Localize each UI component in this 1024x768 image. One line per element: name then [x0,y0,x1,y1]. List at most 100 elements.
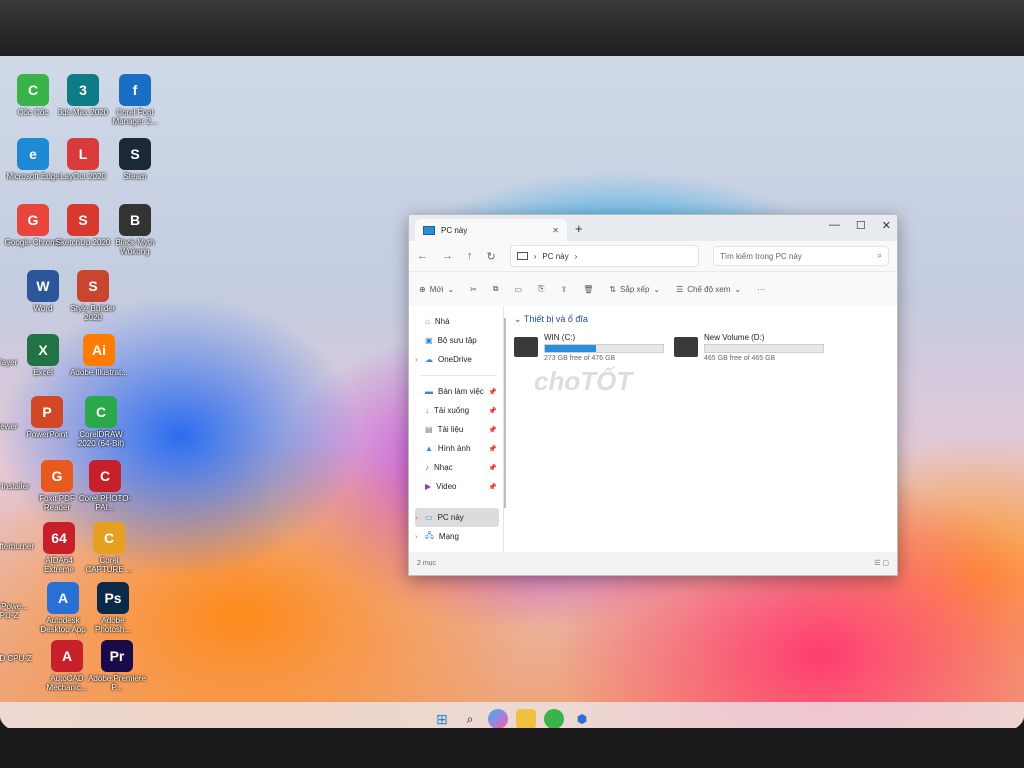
desktop-icon-edge-1[interactable]: viewer [0,420,36,431]
nav-item-network[interactable]: › 🖧 Mạng [415,527,503,546]
desktop-icon-edge-2[interactable]: HiBit Installer [0,480,36,491]
drive-item[interactable]: New Volume (D:) 465 GB free of 465 GB [674,333,824,362]
app-icon: 3 [67,74,99,106]
drive-size: 273 GB free of 476 GB [544,355,616,362]
view-toggle-icons[interactable]: ☰ ▢ [874,559,889,567]
copilot-icon[interactable] [488,709,508,729]
nav-label: Bộ sưu tập [437,336,477,345]
close-tab-icon[interactable]: ✕ [552,226,559,235]
start-windows-icon[interactable]: ⊞ [432,709,452,729]
desktop-icon-adobe-illustrat[interactable]: Ai Adobe Illustrat... [70,334,128,377]
copy-icon[interactable]: ⧉ [493,284,499,294]
desktop-icon-powerpoint[interactable]: P PowerPoint [18,396,76,439]
new-tab-button[interactable]: + [575,221,583,236]
desktop-icon-edge-5[interactable]: CPUID CPU-Z [0,652,36,663]
icon-label: Corel PHOTO-PAI... [78,494,132,513]
icon-label: Corel CAPTURE ... [85,556,133,575]
pin-icon: 📌 [488,407,497,415]
refresh-icon[interactable]: ↻ [487,250,496,263]
app-icon: C [17,74,49,106]
app-icon: W [27,270,59,302]
nav-item-home[interactable]: ⌂ Nhà [415,312,503,331]
icon-label: HiBit Installer [0,482,30,491]
document-icon: ▤ [425,425,433,434]
monitor-icon [516,252,528,260]
desktop-icon-corel-photo-pai[interactable]: C Corel PHOTO-PAI... [76,460,134,512]
desktop-icon-edge-0[interactable]: Player [0,356,36,367]
address-bar[interactable]: › PC này › [509,245,699,267]
desktop-icon-edge-3[interactable]: MSI Afterburner [0,540,36,551]
desktop-icon-layout-2020[interactable]: L LayOut 2020 [54,138,112,181]
minimize-button[interactable]: — [829,219,840,232]
nav-label: Video [436,482,457,491]
status-bar: 2 mục ☰ ▢ [409,552,897,574]
icon-label: viewer [0,422,18,431]
file-explorer-icon[interactable] [516,709,536,729]
desktop-icon-3ds-max-2020[interactable]: 3 3ds Max 2020 [54,74,112,117]
desktop-icon-adobe-photosh[interactable]: Ps Adobe Photosh... [84,582,142,634]
close-button[interactable]: ✕ [882,219,891,232]
pin-icon: 📌 [488,388,497,396]
desktop-icon-black-myth-wukong[interactable]: B Black Myth Wukong [106,204,164,256]
app-icon: Ps [97,582,129,614]
nav-item-onedrive[interactable]: › ☁ OneDrive [415,350,503,369]
search-input[interactable]: Tìm kiếm trong PC này ⌕ [713,246,889,266]
icon-label: Excel [33,368,53,377]
monitor-bezel-top [0,0,1024,60]
group-header[interactable]: ⌄ Thiết bị và ổ đĩa [514,314,887,325]
pin-icon: 📌 [488,426,497,434]
nav-item-videos[interactable]: ▶ Video 📌 [415,477,503,496]
chevron-right-icon: › [415,513,418,522]
search-icon: ⌕ [877,251,882,260]
share-icon[interactable]: ⇪ [560,285,567,294]
cut-icon[interactable]: ✂ [470,285,477,294]
desktop-icon-coreldraw-2020-64-bit[interactable]: C CorelDRAW 2020 (64-Bit) [72,396,130,448]
desktop-icon-edge-4[interactable]: TechPowe... GPU-Z [0,600,36,620]
drive-item[interactable]: WIN (C:) 273 GB free of 476 GB [514,333,664,362]
nav-item-documents[interactable]: ▤ Tài liệu 📌 [415,420,503,439]
app-icon: 64 [43,522,75,554]
nav-item-downloads[interactable]: ↓ Tải xuống 📌 [415,401,503,420]
nav-item-this-pc[interactable]: › ▭ PC này [415,508,499,527]
up-arrow-icon[interactable]: ↑ [467,250,473,262]
desktop-icon-steam[interactable]: S Steam [106,138,164,181]
delete-icon[interactable]: 🗑 [583,285,593,294]
nav-item-music[interactable]: ♪ Nhạc 📌 [415,458,503,477]
chevron-right-icon: › [533,251,537,261]
chevron-down-icon: ⌄ [653,284,661,294]
desktop-icon-corel-font-manager-2[interactable]: f Corel Font Manager 2... [106,74,164,126]
more-options-button[interactable]: ··· [757,285,765,294]
group-title: Thiết bị và ổ đĩa [523,314,588,324]
rename-icon[interactable]: ⎘ [538,284,544,294]
desktop-icon-sketchup-2020[interactable]: S SketchUp 2020 [54,204,112,247]
nav-label: Hình ảnh [437,444,471,453]
icon-label: Adobe Illustrat... [70,368,128,377]
back-arrow-icon[interactable]: ← [417,250,428,262]
sort-button[interactable]: ⇅ Sắp xếp ⌄ [609,285,660,294]
drive-name: WIN (C:) [544,333,576,342]
paste-icon[interactable]: ▭ [515,285,523,294]
forward-arrow-icon[interactable]: → [442,250,453,262]
nav-item-pictures[interactable]: ▲ Hình ảnh 📌 [415,439,503,458]
icon-label: LayOut 2020 [60,172,106,181]
nav-item-desktop[interactable]: ▬ Bàn làm việc 📌 [415,382,503,401]
drive-name: New Volume (D:) [704,333,765,342]
search-icon[interactable]: ⌕ [460,709,480,729]
desktop-icon-style-builder-2020[interactable]: S Style Builder 2020 [64,270,122,322]
monitor-icon: ▭ [425,513,433,522]
new-button[interactable]: ⊕ Mới ⌄ [419,285,454,294]
coccoc-icon[interactable] [544,709,564,729]
drive-size: 465 GB free of 465 GB [704,355,776,362]
maximize-button[interactable]: ☐ [856,219,866,232]
icon-label: Corel Font Manager 2... [112,108,158,127]
desktop-icon-corel-capture[interactable]: C Corel CAPTURE ... [80,522,138,574]
nav-item-gallery[interactable]: ▣ Bộ sưu tập [415,331,503,350]
network-app-icon[interactable]: ⬢ [572,709,592,729]
icon-label: 3ds Max 2020 [57,108,109,117]
desktop-icon-adobe-premiere-p[interactable]: Pr Adobe Premiere P... [88,640,146,692]
nav-label: Bàn làm việc [438,387,484,396]
view-button[interactable]: ☰ Chế độ xem ⌄ [676,285,741,294]
tab-pc[interactable]: PC này ✕ [415,219,567,241]
app-icon: C [89,460,121,492]
sort-icon: ⇅ [609,284,617,294]
